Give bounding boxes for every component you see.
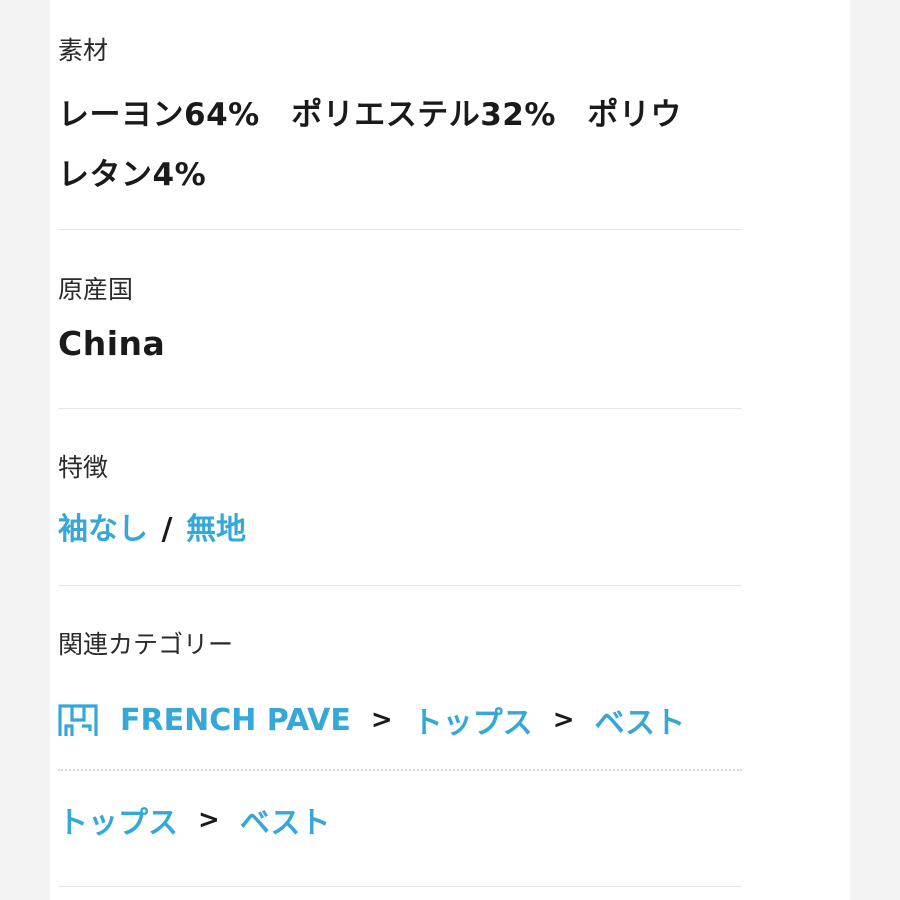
- brand-category-link[interactable]: トップス: [413, 698, 533, 742]
- brand-subcategory-link[interactable]: ベスト: [594, 698, 685, 742]
- shop-icon: [58, 704, 98, 736]
- material-line-1: レーヨン64% ポリエステル32% ポリウ: [58, 97, 682, 133]
- divider: [58, 886, 742, 887]
- brand-link[interactable]: FRENCH PAVE: [120, 703, 351, 738]
- breadcrumb-arrow: >: [552, 705, 575, 735]
- related-categories-label: 関連カテゴリー: [58, 630, 234, 659]
- origin-value: China: [58, 324, 166, 363]
- material-line-2: レタン4%: [58, 157, 207, 193]
- divider: [58, 408, 742, 409]
- dotted-divider: [58, 769, 742, 771]
- material-section: 素材 レーヨン64% ポリエステル32% ポリウ レタン4%: [58, 38, 742, 205]
- feature-separator: /: [161, 512, 173, 547]
- features-label: 特徴: [58, 453, 109, 482]
- divider: [58, 585, 742, 586]
- category-link[interactable]: トップス: [58, 798, 178, 842]
- category-breadcrumb: トップス > ベスト: [58, 798, 742, 842]
- material-value: レーヨン64% ポリエステル32% ポリウ レタン4%: [58, 85, 742, 205]
- brand-breadcrumb: FRENCH PAVE > トップス > ベスト: [58, 698, 742, 742]
- material-label: 素材: [58, 36, 109, 65]
- origin-section: 原産国 China: [58, 277, 742, 363]
- feature-link-sleeveless[interactable]: 袖なし: [58, 512, 148, 547]
- subcategory-link[interactable]: ベスト: [240, 798, 331, 842]
- related-categories-section: 関連カテゴリー: [58, 632, 742, 657]
- feature-link-plain[interactable]: 無地: [186, 512, 246, 547]
- breadcrumb-arrow: >: [198, 805, 220, 835]
- divider: [58, 229, 742, 230]
- origin-label: 原産国: [58, 275, 134, 304]
- features-section: 特徴 袖なし / 無地: [58, 455, 742, 548]
- features-list: 袖なし / 無地: [58, 504, 742, 548]
- breadcrumb-arrow: >: [370, 705, 393, 735]
